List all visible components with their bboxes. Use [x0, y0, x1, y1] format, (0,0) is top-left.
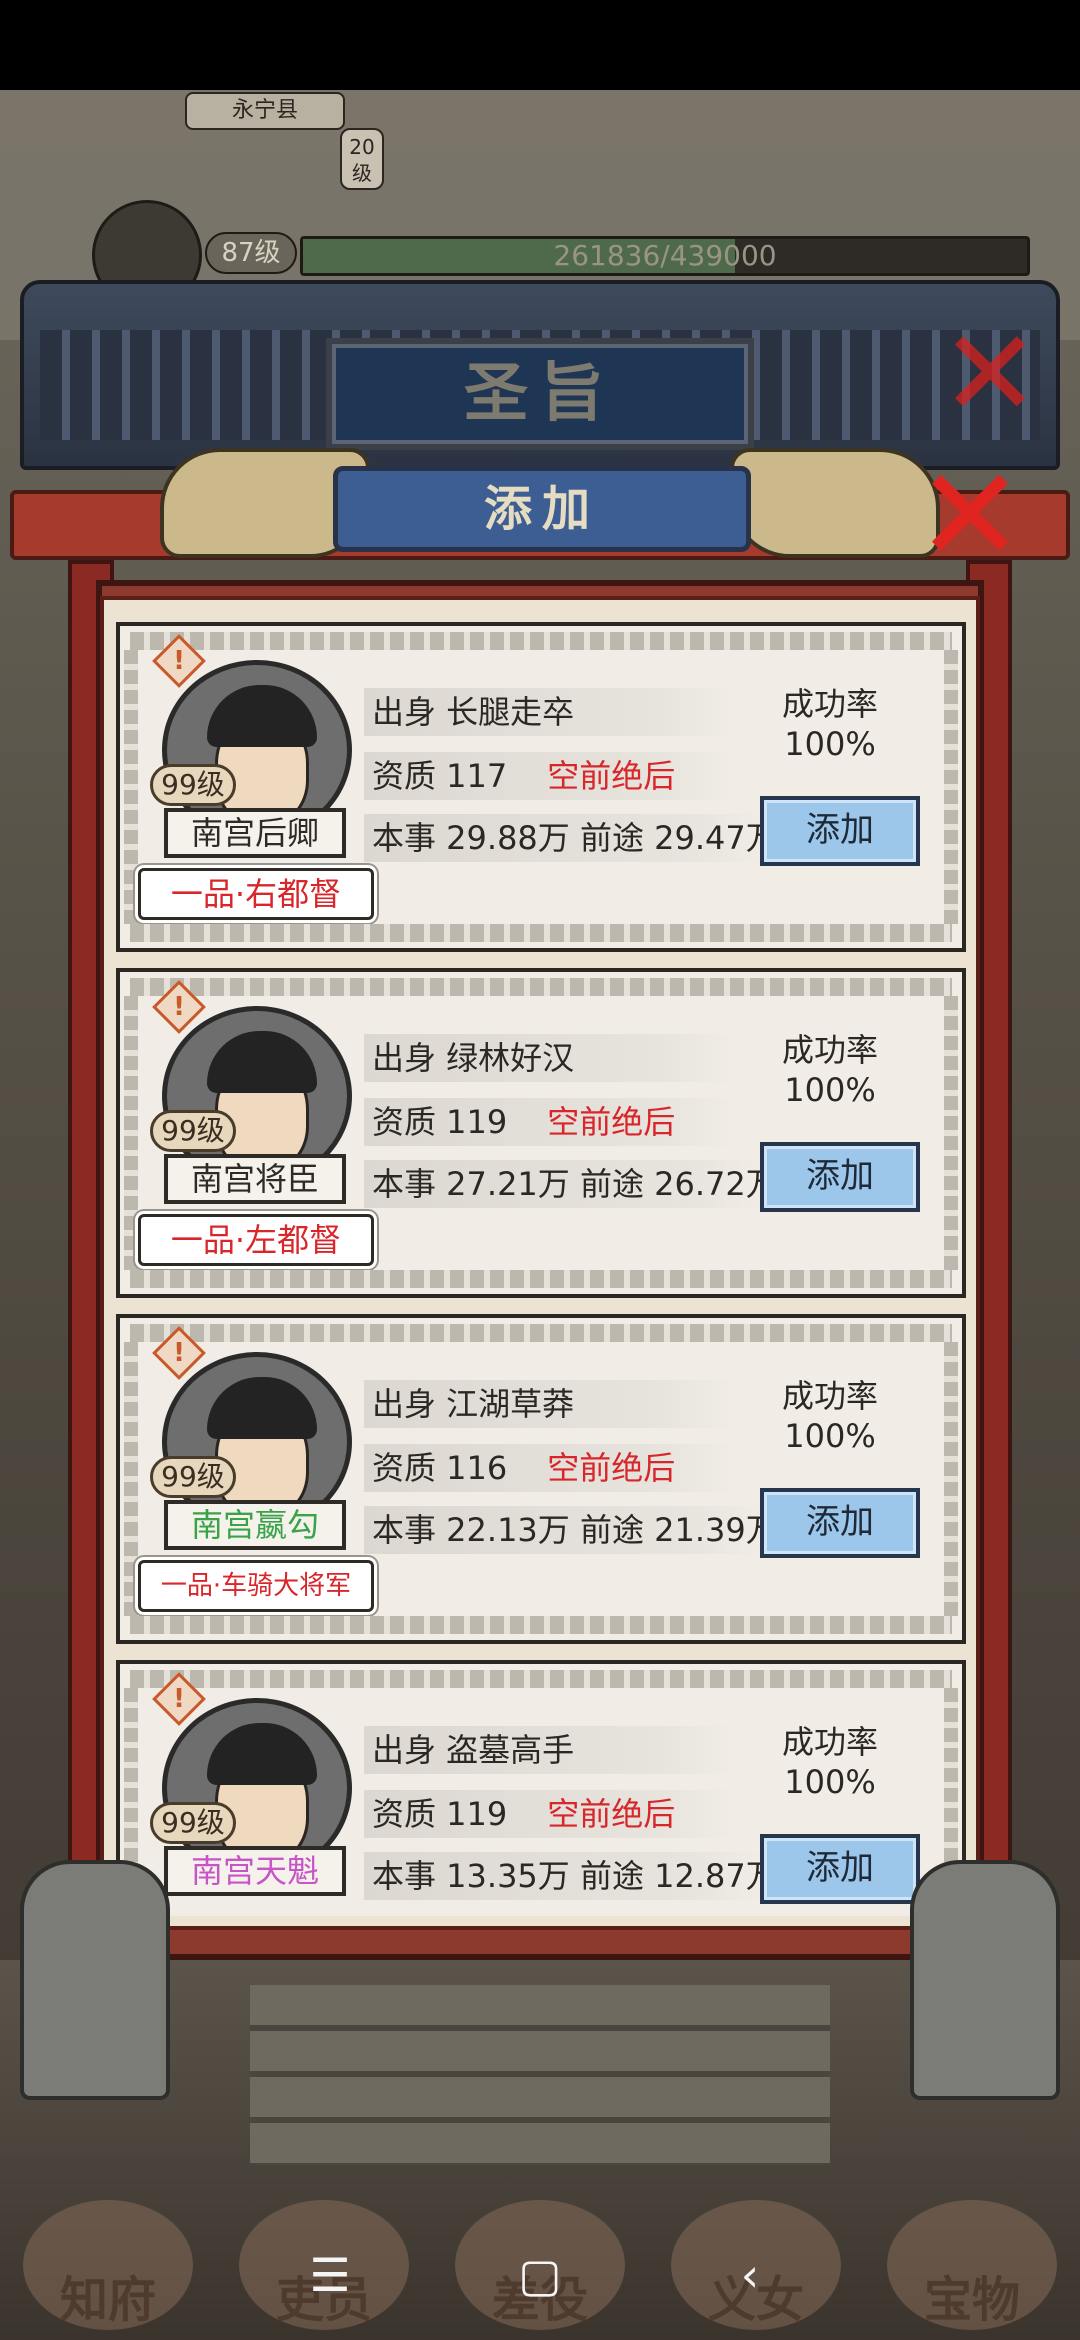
- warning-mark: !: [173, 646, 185, 676]
- candidate-level: 99级: [150, 1110, 236, 1152]
- success-rate-label: 成功率: [781, 1377, 878, 1415]
- candidate-aptitude-row: 资质 116 空前绝后: [364, 1444, 734, 1492]
- success-rate: 成功率 100%: [740, 1376, 920, 1456]
- candidate-aptitude: 资质 116: [372, 1449, 508, 1487]
- success-rate: 成功率 100%: [740, 684, 920, 764]
- warning-mark: !: [173, 1684, 185, 1714]
- stone-lion-left: [20, 1860, 170, 2100]
- candidate-aptitude-row: 资质 117 空前绝后: [364, 752, 734, 800]
- success-rate-value: 100%: [784, 1071, 876, 1109]
- success-rate-value: 100%: [784, 725, 876, 763]
- card-border-right: [944, 996, 958, 1270]
- success-rate: 成功率 100%: [740, 1722, 920, 1802]
- success-rate-label: 成功率: [781, 1723, 878, 1761]
- card-border-left: [124, 996, 138, 1270]
- back-icon[interactable]: ‹: [720, 2245, 780, 2305]
- candidate-name: 南宫嬴勾: [164, 1500, 346, 1550]
- candidate-origin: 出身 盗墓高手: [364, 1726, 734, 1774]
- candidate-level: 99级: [150, 1802, 236, 1844]
- system-nav-bar: ☰ ▢ ‹: [0, 2220, 1080, 2330]
- card-border-right: [944, 650, 958, 924]
- candidate-rank: 一品·右都督: [138, 868, 374, 920]
- candidate-aptitude: 资质 119: [372, 1795, 508, 1833]
- candidate-aptitude: 资质 117: [372, 757, 508, 795]
- game-screen: 永宁县 20级 87级 261836/439000 圣旨 ✕ 添加 ✕ ! 99级…: [0, 0, 1080, 2340]
- candidate-level: 99级: [150, 1456, 236, 1498]
- candidate-origin: 出身 长腿走卒: [364, 688, 734, 736]
- candidate-rank: 一品·车骑大将军: [138, 1560, 374, 1612]
- success-rate-label: 成功率: [781, 1031, 878, 1069]
- candidate-card: ! 99级 南宫将臣一品·左都督 出身 绿林好汉资质 119 空前绝后本事 27.21万…: [116, 968, 966, 1298]
- dialog-title: 圣旨: [464, 357, 616, 431]
- candidate-card: ! 99级 南宫嬴勾一品·车骑大将军 出身 江湖草莽资质 116 空前绝后本事 22.1…: [116, 1314, 966, 1644]
- add-button[interactable]: 添加: [760, 1142, 920, 1212]
- tab-title: 添加: [483, 481, 600, 537]
- candidate-list[interactable]: ! 99级 南宫后卿 一品·右都督 出身 长腿走卒 资质 117 空前绝后 本事 29.88万…: [116, 622, 966, 1916]
- candidate-tag: 空前绝后: [547, 757, 676, 795]
- candidate-tag: 空前绝后: [547, 1103, 676, 1141]
- experience-bar: 261836/439000: [300, 236, 1030, 276]
- candidate-card: ! 99级 南宫后卿一品·右都督 出身 长腿走卒资质 117 空前绝后本事 29.88万…: [116, 622, 966, 952]
- candidate-level: 99级: [150, 764, 236, 806]
- status-bar: [0, 0, 1080, 90]
- success-rate-label: 成功率: [781, 685, 878, 723]
- candidate-skill-prospect: 本事 22.13万 前途 21.39万: [364, 1506, 778, 1554]
- dialog-title-plaque: 圣旨: [326, 338, 754, 450]
- success-rate-value: 100%: [784, 1763, 876, 1801]
- candidate-aptitude: 资质 119: [372, 1103, 508, 1141]
- candidate-card: ! 99级 南宫天魁 出身 盗墓高手资质 119 空前绝后本事 13.35万 前途 12…: [116, 1660, 966, 1916]
- candidate-name: 南宫将臣: [164, 1154, 346, 1204]
- card-border-left: [124, 650, 138, 924]
- portrait-hair: [207, 1031, 317, 1093]
- add-button[interactable]: 添加: [760, 796, 920, 866]
- portrait-hair: [207, 1377, 317, 1439]
- close-icon[interactable]: ✕: [935, 315, 1045, 435]
- success-rate: 成功率 100%: [740, 1030, 920, 1110]
- candidate-aptitude-row: 资质 119 空前绝后: [364, 1098, 734, 1146]
- county-level-badge: 20级: [340, 128, 384, 190]
- warning-mark: !: [173, 1338, 185, 1368]
- portrait-hair: [207, 1723, 317, 1785]
- candidate-tag: 空前绝后: [547, 1795, 676, 1833]
- stone-lion-right: [910, 1860, 1060, 2100]
- candidate-name: 南宫后卿: [164, 808, 346, 858]
- home-icon[interactable]: ▢: [510, 2245, 570, 2305]
- card-border-left: [124, 1342, 138, 1616]
- candidate-aptitude-row: 资质 119 空前绝后: [364, 1790, 734, 1838]
- candidate-origin: 出身 绿林好汉: [364, 1034, 734, 1082]
- gate-stairs: [250, 1985, 830, 2165]
- portrait-hair: [207, 685, 317, 747]
- candidate-origin: 出身 江湖草莽: [364, 1380, 734, 1428]
- add-button[interactable]: 添加: [760, 1488, 920, 1558]
- tab-plaque: 添加: [333, 466, 751, 552]
- candidate-skill-prospect: 本事 27.21万 前途 26.72万: [364, 1160, 778, 1208]
- candidate-skill-prospect: 本事 13.35万 前途 12.87万: [364, 1852, 778, 1900]
- warning-mark: !: [173, 992, 185, 1022]
- candidate-skill-prospect: 本事 29.88万 前途 29.47万: [364, 814, 778, 862]
- player-level-badge: 87级: [205, 232, 297, 274]
- candidate-name: 南宫天魁: [164, 1846, 346, 1896]
- add-button[interactable]: 添加: [760, 1834, 920, 1904]
- success-rate-value: 100%: [784, 1417, 876, 1455]
- county-label[interactable]: 永宁县: [185, 92, 345, 130]
- card-border-right: [944, 1342, 958, 1616]
- menu-icon[interactable]: ☰: [300, 2245, 360, 2305]
- experience-text: 261836/439000: [553, 239, 777, 272]
- candidate-rank: 一品·左都督: [138, 1214, 374, 1266]
- candidate-tag: 空前绝后: [547, 1449, 676, 1487]
